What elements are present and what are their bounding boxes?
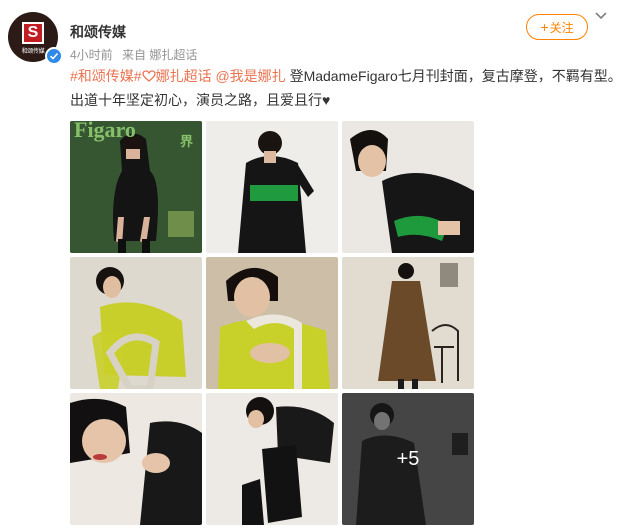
- cover-title: Figaro: [74, 121, 136, 142]
- photo-thumbnail[interactable]: [206, 257, 338, 389]
- post-source[interactable]: 来自 娜扎超话: [122, 48, 197, 62]
- photo-thumbnail[interactable]: [342, 121, 474, 253]
- photo-thumbnail[interactable]: +5: [342, 393, 474, 525]
- super-topic-link[interactable]: 娜扎超话: [141, 68, 212, 84]
- black-heart-icon: ♥: [322, 92, 331, 108]
- more-photos-count: +5: [396, 447, 420, 470]
- post-meta: 4小时前 来自 娜扎超话: [70, 46, 203, 63]
- photo-thumbnail[interactable]: [206, 121, 338, 253]
- photo-yellow-sweater-closeup: [206, 257, 338, 389]
- cover-badge: 界: [180, 134, 194, 149]
- brand-logo-icon: S: [22, 22, 44, 44]
- photo-thumbnail[interactable]: [206, 393, 338, 525]
- super-topic-icon: [141, 68, 156, 84]
- photo-black-suit-green-belt: [206, 121, 338, 253]
- mention-link[interactable]: @我是娜扎: [215, 68, 285, 84]
- verified-badge-icon: [45, 47, 63, 65]
- topic-tag-link[interactable]: #和颂传媒#: [70, 68, 142, 84]
- photo-thumbnail[interactable]: [70, 393, 202, 525]
- photo-thumbnail[interactable]: Figaro 界: [70, 121, 202, 253]
- photo-brown-trench-coat: [342, 257, 474, 389]
- account-name[interactable]: 和颂传媒: [70, 22, 126, 42]
- photo-boots-detail: [206, 393, 338, 525]
- chevron-down-icon[interactable]: [594, 11, 608, 21]
- photo-yellow-sweater-chair: [70, 257, 202, 389]
- photo-closeup-rings: [70, 393, 202, 525]
- photo-thumbnail[interactable]: [70, 257, 202, 389]
- photo-closeup-green-sleeve: [342, 121, 474, 253]
- photo-thumbnail[interactable]: [342, 257, 474, 389]
- post-time[interactable]: 4小时前: [70, 48, 113, 62]
- post-text: #和颂传媒# 娜扎超话 @我是娜扎 登MadameFigaro七月刊封面，复古摩登…: [70, 64, 625, 112]
- follow-label: 关注: [549, 20, 574, 35]
- weibo-post-card: S 和颂传媒 和颂传媒 4小时前 来自 娜扎超话 + 关注 #和颂传媒# 娜扎超话…: [0, 0, 633, 531]
- super-topic-label: 娜扎超话: [155, 68, 212, 84]
- plus-icon: +: [540, 19, 549, 35]
- follow-button[interactable]: + 关注: [526, 14, 588, 40]
